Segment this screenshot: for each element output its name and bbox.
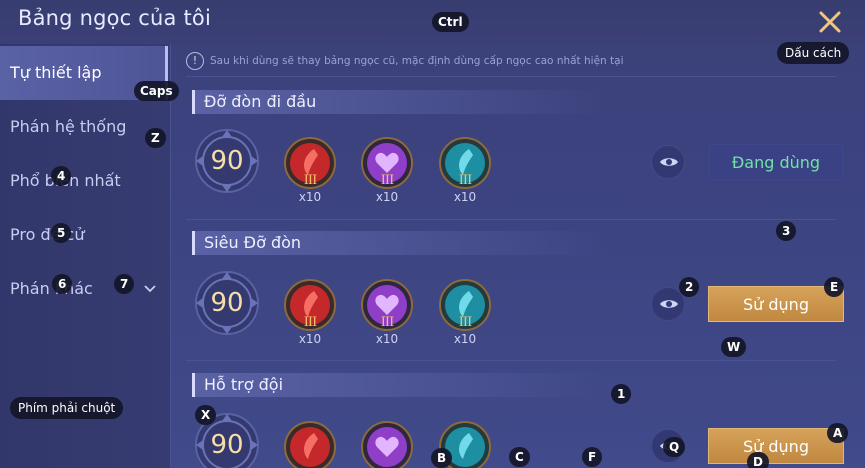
level-badge: 90 <box>194 128 260 194</box>
key-hint-f: F <box>582 447 603 467</box>
rune-purple[interactable] <box>361 421 413 468</box>
rune-purple[interactable]: III x10 <box>361 279 413 349</box>
rune-tier: III <box>380 315 394 330</box>
key-hint-caps: Caps <box>134 81 179 101</box>
rune-quantity: x10 <box>453 190 477 204</box>
rune-teal[interactable]: III x10 <box>439 279 491 349</box>
key-hint-2: 2 <box>679 277 700 297</box>
close-button[interactable] <box>815 7 845 37</box>
rune-quantity: x10 <box>298 332 322 346</box>
set-divider <box>186 360 836 361</box>
key-hint-w: W <box>721 337 747 357</box>
rune-teal[interactable]: III x10 <box>439 137 491 207</box>
key-hint-c: C <box>509 447 530 467</box>
chevron-down-icon <box>143 262 157 339</box>
key-hint-a: A <box>827 423 849 443</box>
sidebar-item-popular[interactable]: Phổ biến nhất <box>0 154 168 208</box>
notice-text: Sau khi dùng sẽ thay bảng ngọc cũ, mặc đ… <box>210 55 624 67</box>
rune-tier: III <box>458 173 472 188</box>
level-value: 90 <box>210 288 244 318</box>
notice-bar: ! Sau khi dùng sẽ thay bảng ngọc cũ, mặc … <box>186 50 836 72</box>
sidebar-item-system[interactable]: Phán hệ thống <box>0 100 168 154</box>
rune-red[interactable]: III x10 <box>284 279 336 349</box>
set-divider <box>186 219 836 220</box>
close-icon <box>819 11 841 33</box>
key-hint-q: Q <box>663 437 686 457</box>
set-title: Hỗ trợ đội <box>192 373 652 397</box>
rune-quantity: x10 <box>298 190 322 204</box>
rune-tier: III <box>303 315 317 330</box>
in-use-status: Đang dùng <box>709 144 843 180</box>
key-hint-space: Dấu cách <box>777 42 850 64</box>
sidebar-divider <box>170 44 171 468</box>
key-hint-d: D <box>747 452 769 468</box>
rune-tier: III <box>303 173 317 188</box>
level-badge: 90 <box>194 270 260 336</box>
eye-icon <box>660 158 678 166</box>
use-button[interactable]: Sử dụng <box>708 428 844 464</box>
sidebar-item-other[interactable]: Phán khác <box>0 262 168 316</box>
sidebar-item-label: Tự thiết lập <box>10 63 102 82</box>
rune-quantity: x10 <box>375 190 399 204</box>
set-title: Đỡ đòn đi đầu <box>192 90 652 114</box>
page-title: Bảng ngọc của tôi <box>18 6 212 30</box>
preview-button[interactable] <box>651 145 685 179</box>
sidebar-item-label: Phán hệ thống <box>10 117 127 136</box>
key-hint-right-click: Phím phải chuột <box>10 397 124 419</box>
rune-page-screen: Bảng ngọc của tôi Tự thiết lập Phán hệ t… <box>0 0 865 468</box>
key-hint-b: B <box>431 448 453 468</box>
sidebar-item-pro[interactable]: Pro đề cử <box>0 208 168 262</box>
notice-divider <box>186 76 836 77</box>
rune-tier: III <box>380 173 394 188</box>
key-hint-3: 3 <box>776 221 797 241</box>
rune-quantity: x10 <box>453 332 477 346</box>
heart-rune-icon <box>361 421 413 468</box>
key-hint-x: X <box>195 405 217 425</box>
key-hint-ctrl: Ctrl <box>432 12 469 32</box>
rune-red[interactable]: III x10 <box>284 137 336 207</box>
eye-icon <box>660 300 678 308</box>
rune-tier: III <box>458 315 472 330</box>
set-title: Siêu Đỡ đòn <box>192 231 652 255</box>
rune-quantity: x10 <box>375 332 399 346</box>
level-value: 90 <box>210 146 244 176</box>
info-icon: ! <box>186 52 204 70</box>
red-rune-icon <box>284 421 336 468</box>
sidebar-item-label: Pro đề cử <box>10 225 85 244</box>
key-hint-1: 1 <box>611 384 632 404</box>
rune-purple[interactable]: III x10 <box>361 137 413 207</box>
rune-red[interactable] <box>284 421 336 468</box>
use-button[interactable]: Sử dụng <box>708 286 844 322</box>
key-hint-z: Z <box>145 128 166 148</box>
